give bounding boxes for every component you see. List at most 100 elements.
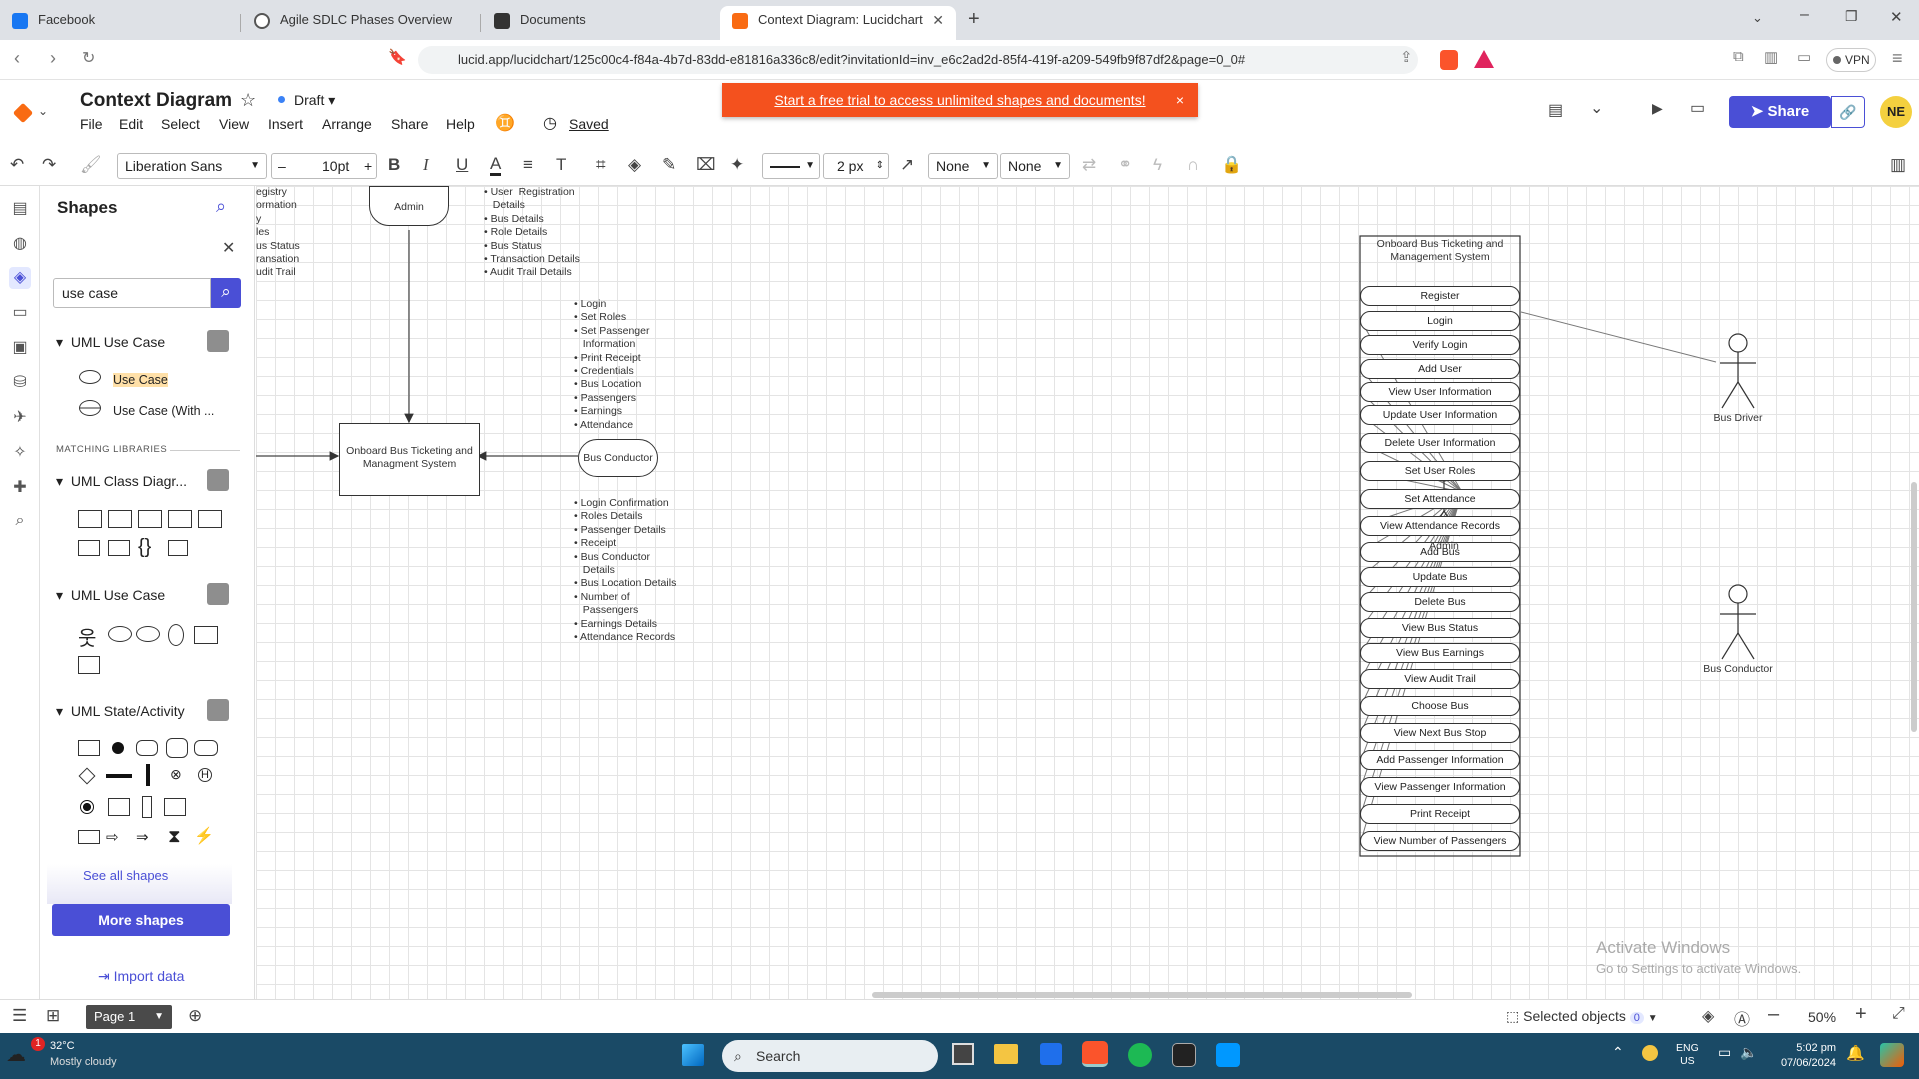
tray-chevron-icon[interactable]: ⌃ [1612,1044,1624,1061]
swap-arrows-icon[interactable]: ⇄ [1082,155,1096,175]
menu-insert[interactable]: Insert [268,116,303,132]
oval-shape-icon[interactable] [168,624,184,646]
trial-banner[interactable]: Start a free trial to access unlimited s… [722,83,1198,117]
fullscreen-icon[interactable]: ⤢ [1892,1005,1905,1023]
extensions-icon[interactable]: ⧉ [1733,48,1744,65]
format-painter-icon[interactable]: 🖌 [80,155,102,175]
sidebar-icon[interactable]: ▥ [1764,48,1778,66]
more-shapes-button[interactable]: More shapes [52,904,230,936]
history-state-icon[interactable]: H [198,768,212,782]
menu-select[interactable]: Select [161,116,200,132]
link-icon[interactable]: ⚭ [1118,155,1132,175]
browser-menu-icon[interactable]: ≡ [1892,48,1903,69]
trial-banner-text[interactable]: Start a free trial to access unlimited s… [774,92,1145,108]
magic-wand-icon[interactable]: ✦ [730,155,744,175]
shape-style-icon[interactable]: ⌧ [696,155,716,175]
zoom-in-icon[interactable]: + [1855,1003,1867,1026]
use-case-item[interactable]: Update Bus [1360,567,1520,587]
tab-agile-sdlc[interactable]: Agile SDLC Phases Overview [242,6,480,40]
font-size-increase[interactable]: + [364,154,372,178]
line-type-icon[interactable]: ↗ [900,155,914,175]
network-icon[interactable]: ▭ [1718,1044,1731,1061]
vertical-scrollbar[interactable] [1911,482,1917,732]
page-menu-icon[interactable]: ▼ [154,1005,164,1029]
underline-icon[interactable]: U [456,155,468,175]
logo-menu-chevron-icon[interactable]: ⌄ [38,104,48,118]
tab-list-icon[interactable]: ⌄ [1752,10,1763,26]
signal-shape-icon[interactable] [78,830,100,844]
line-style-select[interactable]: ▼ [762,153,820,179]
use-case-item[interactable]: View Attendance Records [1360,516,1520,536]
menu-help[interactable]: Help [446,116,475,132]
document-title[interactable]: Context Diagram [80,90,232,112]
language-indicator[interactable]: ENG US [1676,1042,1699,1068]
brave-taskbar-icon[interactable] [1082,1041,1108,1067]
bus-driver-actor-label[interactable]: Bus Driver [1688,412,1788,424]
history-clock-icon[interactable]: ◷ [543,113,557,133]
search-icon[interactable]: ⌕ [216,196,226,217]
library-uml-use-case[interactable]: ▾ UML Use Case [56,587,165,604]
bus-conductor-entity[interactable]: Bus Conductor [578,439,658,477]
templates-icon[interactable]: ▭ [9,302,31,324]
forward-icon[interactable]: › [50,48,56,69]
use-case-item[interactable]: Update User Information [1360,405,1520,425]
wallet-icon[interactable]: ▭ [1797,48,1811,66]
class-shape-icon[interactable] [108,510,132,528]
activity-shape-icon[interactable] [136,740,158,756]
bold-icon[interactable]: B [388,155,400,175]
reload-icon[interactable]: ↻ [82,48,95,68]
use-case-item[interactable]: Add User [1360,359,1520,379]
import-data-link[interactable]: ⇥ Import data [98,968,184,985]
actor-shape-icon[interactable]: 웃 [78,622,96,651]
use-case-item[interactable]: View Audit Trail [1360,669,1520,689]
use-case-item[interactable]: Set User Roles [1360,461,1520,481]
use-case-item[interactable]: Delete Bus [1360,592,1520,612]
line-color-icon[interactable]: ✎ [662,155,676,175]
join-bar-icon[interactable] [146,764,150,786]
interrupt-icon[interactable]: ⚡ [194,826,214,846]
final-state-icon[interactable] [80,800,94,814]
banner-close-icon[interactable]: × [1176,83,1184,117]
task-view-icon[interactable] [952,1043,974,1065]
font-family-select[interactable]: Liberation Sans ▼ [117,153,267,179]
magnet-icon[interactable]: ∩ [1187,155,1199,175]
conductor-data-in-list[interactable]: • Login • Set Roles • Set Passenger Info… [574,298,649,432]
menu-view[interactable]: View [219,116,249,132]
feature-find-icon[interactable]: ♊ [495,113,515,133]
see-all-shapes-link[interactable]: See all shapes [47,864,232,904]
add-page-icon[interactable]: ⊕ [188,1006,202,1026]
file-explorer-icon[interactable] [994,1044,1018,1064]
redo-icon[interactable]: ↷ [42,155,56,175]
arrow-start-select[interactable]: None ▼ [928,153,998,179]
shape-search-input[interactable]: use case [53,278,211,308]
close-window-icon[interactable]: ✕ [1890,8,1903,26]
library-uml-state[interactable]: ▾ UML State/Activity [56,703,185,720]
use-case-item[interactable]: Register [1360,286,1520,306]
library-uml-use-case-search[interactable]: ▾ UML Use Case [56,334,165,351]
notifications-icon[interactable]: 🔔 [1846,1044,1865,1062]
text-options-icon[interactable]: T [556,155,566,175]
list-view-icon[interactable]: ☰ [12,1006,27,1026]
search-submit-icon[interactable]: ⌕ [211,278,241,308]
package-shape-icon[interactable] [78,540,100,556]
menu-edit[interactable]: Edit [119,116,143,132]
rocket-icon[interactable]: ✈ [9,407,31,429]
pages-icon[interactable]: ▤ [9,198,31,220]
close-tab-icon[interactable]: ✕ [932,6,944,34]
align-icon[interactable]: ≡ [523,155,533,175]
use-case-item[interactable]: Verify Login [1360,335,1520,355]
image-icon[interactable]: ▣ [9,337,31,359]
draft-dropdown[interactable]: Draft ▾ [294,92,335,109]
page-tab[interactable]: Page 1 ▼ [86,1005,172,1029]
class-shape-icon[interactable] [78,510,102,528]
tab-facebook[interactable]: Facebook [0,6,240,40]
box-shape-icon[interactable] [108,798,130,816]
pin-icon[interactable] [207,330,229,352]
menu-file[interactable]: File [80,116,103,132]
hourglass-icon[interactable]: ⧗ [168,826,181,847]
avatar[interactable]: NE [1880,96,1912,128]
use-case-item[interactable]: Use Case [113,373,168,387]
taskbar-search[interactable]: ⌕ Search [722,1040,938,1072]
use-case-item[interactable]: View Next Bus Stop [1360,723,1520,743]
swimlane-icon[interactable] [142,796,152,818]
